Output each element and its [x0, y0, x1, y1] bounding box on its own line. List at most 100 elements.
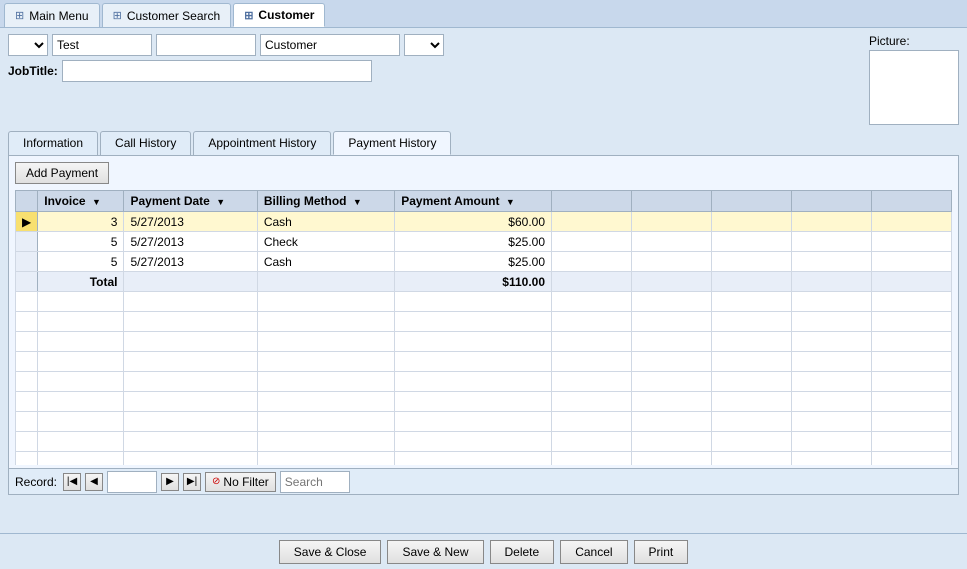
- empty-cell: [712, 412, 792, 432]
- jobtitle-row: JobTitle:: [8, 60, 863, 82]
- empty-cell: [632, 392, 712, 412]
- tab-main-menu[interactable]: ⊞ Main Menu: [4, 3, 100, 27]
- grid-wrapper: Invoice ▼ Payment Date ▼ Billing Method …: [15, 190, 952, 465]
- search-input[interactable]: [280, 471, 350, 493]
- add-payment-button[interactable]: Add Payment: [15, 162, 109, 184]
- empty-cell: [552, 332, 632, 352]
- main-content: Mr. Ms. Mrs. Dr. Jr. Sr. II III JobT: [0, 28, 967, 533]
- empty-cell: [712, 292, 792, 312]
- empty-cell: [16, 352, 38, 372]
- empty-cell: [792, 312, 872, 332]
- empty-row: [16, 412, 952, 432]
- invoice-sort-icon: ▼: [92, 197, 101, 207]
- cell-empty: [552, 272, 632, 292]
- row-indicator: [16, 232, 38, 252]
- print-button[interactable]: Print: [634, 540, 689, 564]
- empty-cell: [16, 372, 38, 392]
- total-amount: $110.00: [395, 272, 552, 292]
- empty-cell: [257, 432, 394, 452]
- cell-payment-date: 5/27/2013: [124, 212, 257, 232]
- cell-empty: [712, 252, 792, 272]
- col-payment-amount[interactable]: Payment Amount ▼: [395, 191, 552, 212]
- empty-cell: [38, 292, 124, 312]
- tab-call-history[interactable]: Call History: [100, 131, 191, 155]
- jobtitle-input[interactable]: [62, 60, 372, 82]
- tab-appointment-history[interactable]: Appointment History: [193, 131, 331, 155]
- save-close-button[interactable]: Save & Close: [279, 540, 382, 564]
- cell-empty: [552, 232, 632, 252]
- empty-cell: [632, 412, 712, 432]
- total-method-cell: [257, 272, 394, 292]
- cell-empty: [792, 212, 872, 232]
- suffix-dropdown[interactable]: Jr. Sr. II III: [404, 34, 444, 56]
- empty-cell: [792, 432, 872, 452]
- empty-row: [16, 312, 952, 332]
- empty-cell: [552, 432, 632, 452]
- no-filter-button[interactable]: ⊘ No Filter: [205, 472, 276, 492]
- total-label: Total: [38, 272, 124, 292]
- cell-empty: [632, 272, 712, 292]
- empty-cell: [712, 352, 792, 372]
- col-billing-method[interactable]: Billing Method ▼: [257, 191, 394, 212]
- col-invoice[interactable]: Invoice ▼: [38, 191, 124, 212]
- cell-empty: [792, 252, 872, 272]
- tab-customer-label: Customer: [258, 8, 314, 22]
- empty-row: [16, 432, 952, 452]
- empty-cell: [395, 452, 552, 466]
- middle-name-input[interactable]: [156, 34, 256, 56]
- tab-payment-history[interactable]: Payment History: [333, 131, 451, 155]
- col-payment-date[interactable]: Payment Date ▼: [124, 191, 257, 212]
- nav-prev-button[interactable]: ◀: [85, 473, 103, 491]
- record-number-input[interactable]: [107, 471, 157, 493]
- empty-cell: [632, 452, 712, 466]
- last-name-input[interactable]: [260, 34, 400, 56]
- col-extra5: [872, 191, 952, 212]
- empty-row: [16, 372, 952, 392]
- payment-history-panel: Add Payment Invoice ▼ Payment Date ▼: [8, 155, 959, 495]
- empty-cell: [872, 392, 952, 412]
- table-row[interactable]: 55/27/2013Check$25.00: [16, 232, 952, 252]
- delete-button[interactable]: Delete: [490, 540, 555, 564]
- empty-cell: [552, 392, 632, 412]
- first-name-input[interactable]: [52, 34, 152, 56]
- prefix-dropdown[interactable]: Mr. Ms. Mrs. Dr.: [8, 34, 48, 56]
- no-filter-icon: ⊘: [212, 476, 220, 487]
- main-menu-icon: ⊞: [15, 9, 24, 22]
- col-indicator: [16, 191, 38, 212]
- cell-empty: [872, 272, 952, 292]
- customer-icon: ⊞: [244, 9, 253, 22]
- empty-cell: [872, 352, 952, 372]
- cell-empty: [872, 252, 952, 272]
- empty-cell: [552, 372, 632, 392]
- cell-invoice: 5: [38, 232, 124, 252]
- empty-cell: [872, 432, 952, 452]
- row-indicator: [16, 252, 38, 272]
- nav-next-button[interactable]: ▶: [161, 473, 179, 491]
- table-row[interactable]: ▶35/27/2013Cash$60.00: [16, 212, 952, 232]
- empty-cell: [395, 392, 552, 412]
- empty-cell: [124, 312, 257, 332]
- empty-cell: [712, 332, 792, 352]
- row-indicator: ▶: [16, 212, 38, 232]
- tab-customer-search[interactable]: ⊞ Customer Search: [102, 3, 232, 27]
- tab-information[interactable]: Information: [8, 131, 98, 155]
- save-new-button[interactable]: Save & New: [387, 540, 483, 564]
- empty-cell: [124, 412, 257, 432]
- nav-first-button[interactable]: |◀: [63, 473, 81, 491]
- empty-cell: [712, 392, 792, 412]
- nav-last-button[interactable]: ▶|: [183, 473, 201, 491]
- tab-customer-search-label: Customer Search: [127, 9, 220, 23]
- col-extra4: [792, 191, 872, 212]
- cancel-button[interactable]: Cancel: [560, 540, 627, 564]
- empty-cell: [16, 312, 38, 332]
- cell-billing-method: Check: [257, 232, 394, 252]
- empty-cell: [257, 372, 394, 392]
- name-row: Mr. Ms. Mrs. Dr. Jr. Sr. II III: [8, 34, 863, 56]
- table-row[interactable]: 55/27/2013Cash$25.00: [16, 252, 952, 272]
- tab-customer[interactable]: ⊞ Customer: [233, 3, 325, 27]
- empty-cell: [124, 372, 257, 392]
- picture-box: Picture:: [869, 34, 959, 125]
- cell-empty: [792, 232, 872, 252]
- empty-cell: [712, 452, 792, 466]
- cell-payment-date: 5/27/2013: [124, 252, 257, 272]
